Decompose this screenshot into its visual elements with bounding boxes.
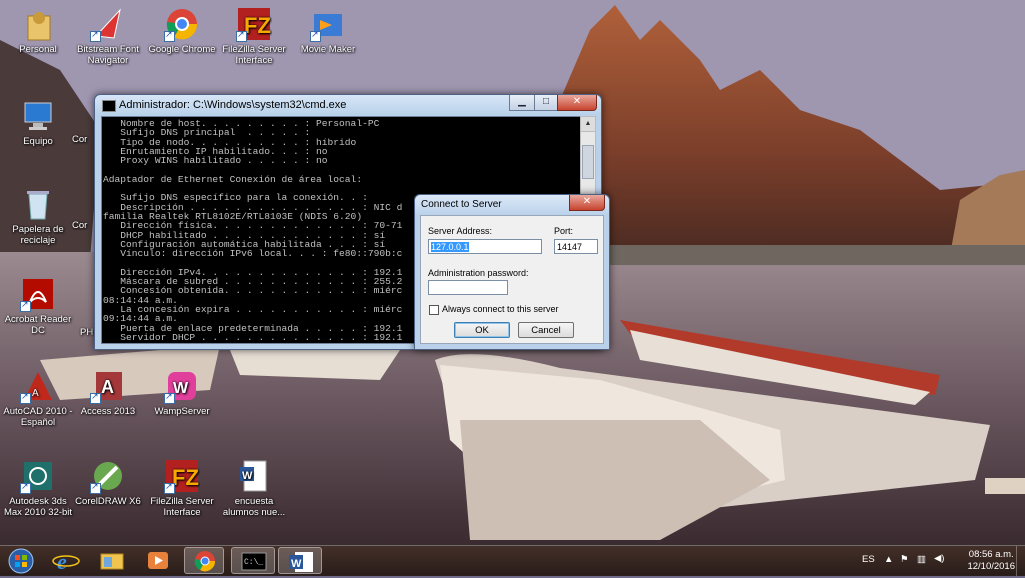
scroll-up-icon[interactable]: ▲ [581,117,595,132]
filezilla-icon: FZ [236,6,272,42]
scroll-thumb[interactable] [582,145,594,179]
port-field[interactable]: 14147 [554,239,598,254]
desktop-icon-wampserver[interactable]: W WampServer [144,368,220,417]
desktop-icon-autocad[interactable]: A AutoCAD 2010 - Español [0,368,76,428]
svg-text:W: W [242,470,253,482]
cmd-icon [102,100,116,112]
cmd-titlebar[interactable]: Administrador: C:\Windows\system32\cmd.e… [95,95,601,115]
cancel-button[interactable]: Cancel [518,322,574,338]
clock-date: 12/10/2016 [967,561,1015,572]
explorer-folder-icon[interactable] [92,547,132,574]
password-field[interactable] [428,280,508,295]
desktop-icon-partial[interactable]: Cor [72,220,96,231]
maximize-button[interactable]: □ [534,95,558,111]
server-address-label: Server Address: [428,226,493,236]
action-center-flag-icon[interactable]: ⚑ [900,554,909,565]
dialog-title: Connect to Server [421,199,502,210]
minimize-button[interactable]: ▁ [509,95,535,111]
volume-icon[interactable]: ◀) [934,553,944,564]
word-taskbar-icon[interactable]: W [278,547,322,574]
desktop-icon-partial[interactable]: Cor [72,134,96,145]
desktop-icon-label: Papelera de reciclaje [12,224,64,246]
desktop-icon-label: Google Chrome [148,44,216,55]
svg-text:FZ: FZ [172,465,199,490]
desktop-icon-filezilla-2[interactable]: FZ FileZilla Server Interface [144,458,220,518]
server-address-field[interactable]: 127.0.0.1 [428,239,542,254]
desktop-icon-equipo[interactable]: Equipo [0,98,76,147]
ok-button[interactable]: OK [454,322,510,338]
font-navigator-icon [90,6,126,42]
password-label: Administration password: [428,268,529,278]
cmd-title: Administrador: C:\Windows\system32\cmd.e… [119,99,347,111]
coreldraw-icon [90,458,126,494]
filezilla-icon: FZ [164,458,200,494]
svg-text:FZ: FZ [244,13,271,38]
desktop-icon-encuesta[interactable]: W encuesta alumnos nue... [216,458,292,518]
wampserver-icon: W [164,368,200,404]
close-button[interactable]: ✕ [557,95,597,111]
desktop-icon-movie-maker[interactable]: Movie Maker [290,6,366,55]
chrome-taskbar-icon[interactable] [184,547,224,574]
3dsmax-icon [20,458,56,494]
show-hidden-icons[interactable]: ▲ [884,554,893,565]
network-icon[interactable]: ▥ [917,554,926,565]
dialog-body: Server Address: 127.0.0.1 Port: 14147 Ad… [420,215,604,344]
desktop-icon-coreldraw[interactable]: CorelDRAW X6 [70,458,146,507]
desktop-icon-chrome[interactable]: Google Chrome [144,6,220,55]
desktop-icon-label: Access 2013 [80,406,136,417]
desktop-icon-label: Movie Maker [300,44,356,55]
access-icon: A [90,368,126,404]
show-desktop-button[interactable] [1016,546,1025,576]
system-clock[interactable]: 08:56 a.m. 12/10/2016 [967,549,1015,573]
server-address-value: 127.0.0.1 [431,242,469,252]
desktop-icon-label: CorelDRAW X6 [75,496,141,507]
always-connect-label: Always connect to this server [442,304,559,314]
word-doc-icon: W [236,458,272,494]
desktop-icon-label: Autodesk 3ds Max 2010 32-bit [3,496,73,518]
desktop-icon-label: encuesta alumnos nue... [222,496,286,518]
taskbar: e C:\_ W ES ▲ ⚑ ▥ ◀) 08:56 a.m. 12/10/20… [0,545,1025,576]
chrome-icon [164,6,200,42]
desktop-icon-label: AutoCAD 2010 - Español [3,406,73,428]
desktop-icon-label: FileZilla Server Interface [150,496,214,518]
desktop-icon-label: Equipo [23,136,53,147]
recycle-bin-icon [20,186,56,222]
svg-text:A: A [101,377,114,397]
acrobat-icon [20,276,56,312]
svg-text:C:\_: C:\_ [244,558,263,567]
desktop-icon-access[interactable]: A Access 2013 [70,368,146,417]
dialog-titlebar[interactable]: Connect to Server ✕ [415,195,609,214]
desktop-icon-filezilla[interactable]: FZ FileZilla Server Interface [216,6,292,66]
dialog-close-button[interactable]: ✕ [569,195,605,211]
always-connect-checkbox[interactable] [429,305,439,315]
desktop-icon-acrobat[interactable]: Acrobat Reader DC [0,276,76,336]
computer-icon [20,98,56,134]
desktop-icon-label: WampServer [154,406,210,417]
svg-text:e: e [57,549,67,574]
movie-maker-icon [310,6,346,42]
desktop-icon-personal[interactable]: Personal [0,6,76,55]
user-folder-icon [20,6,56,42]
desktop-icon-label: Acrobat Reader DC [4,314,72,336]
desktop-icon-3dsmax[interactable]: Autodesk 3ds Max 2010 32-bit [0,458,76,518]
start-orb-icon[interactable] [3,547,39,575]
desktop-icon-label: Bitstream Font Navigator [77,44,139,66]
language-indicator[interactable]: ES [862,554,875,565]
svg-text:W: W [291,558,302,570]
connect-to-server-dialog[interactable]: Connect to Server ✕ Server Address: 127.… [414,194,610,350]
desktop-icon-bitstream[interactable]: Bitstream Font Navigator [70,6,146,66]
desktop-icon-recycle-bin[interactable]: Papelera de reciclaje [0,186,76,246]
media-player-icon[interactable] [138,547,178,574]
cmd-taskbar-icon[interactable]: C:\_ [231,547,275,574]
desktop-icon-label: FileZilla Server Interface [222,44,286,66]
clock-time: 08:56 a.m. [968,549,1014,560]
internet-explorer-icon[interactable]: e [46,547,86,574]
port-label: Port: [554,226,574,236]
svg-text:W: W [173,380,189,397]
autocad-icon: A [20,368,56,404]
svg-text:A: A [32,388,39,399]
desktop-icon-label: Personal [19,44,57,55]
